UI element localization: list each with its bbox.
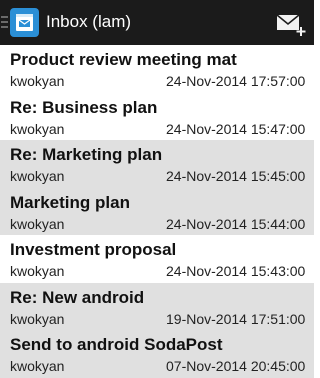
inbox-title: Inbox (lam) — [46, 12, 132, 31]
message-row[interactable]: Product review meeting mat kwokyan 24-Nov-… — [0, 45, 314, 93]
hamburger-icon[interactable] — [1, 16, 8, 28]
action-bar: Inbox (lam) — [0, 0, 314, 45]
message-row[interactable]: Re: Business plan kwokyan 24-Nov-2014 15:4… — [0, 92, 314, 140]
message-sender: kwokyan — [10, 73, 65, 89]
mail-app-icon[interactable] — [10, 8, 39, 37]
message-date: 24-Nov-2014 15:47:00 — [166, 120, 306, 137]
compose-mail-icon[interactable] — [268, 6, 312, 40]
message-date: 24-Nov-2014 15:45:00 — [166, 168, 306, 184]
message-date: 24-Nov-2014 15:43:00 — [166, 263, 306, 279]
message-date: 07-Nov-2014 20:45:00 — [166, 358, 306, 374]
message-row[interactable]: Re: Marketing plan kwokyan 24-Nov-2014 15:… — [0, 140, 314, 188]
message-sender: kwokyan — [10, 120, 65, 137]
message-list: Product review meeting mat kwokyan 24-Nov-… — [0, 45, 314, 378]
message-subject: Re: New android — [10, 287, 145, 307]
message-sender: kwokyan — [10, 358, 65, 374]
message-subject: Send to android SodaPost — [10, 335, 223, 354]
message-subject: Investment proposal — [10, 240, 177, 259]
message-date: 19-Nov-2014 17:51:00 — [166, 310, 306, 327]
message-sender: kwokyan — [10, 263, 65, 279]
message-date: 24-Nov-2014 17:57:00 — [166, 73, 306, 89]
message-subject: Re: Marketing plan — [10, 145, 163, 164]
message-subject: Re: Business plan — [10, 97, 158, 117]
message-subject: Product review meeting mat — [10, 50, 237, 69]
message-sender: kwokyan — [10, 215, 65, 232]
message-sender: kwokyan — [10, 310, 65, 327]
message-subject: Marketing plan — [10, 192, 130, 212]
message-row[interactable]: Send to android SodaPost kwokyan 07-Nov-20… — [0, 330, 314, 378]
message-row[interactable]: Investment proposal kwokyan 24-Nov-2014 15… — [0, 235, 314, 283]
message-row[interactable]: Re: New android kwokyan 19-Nov-2014 17:51:… — [0, 282, 314, 330]
message-sender: kwokyan — [10, 168, 65, 184]
message-row[interactable]: Marketing plan kwokyan 24-Nov-2014 15:44:0… — [0, 187, 314, 235]
message-date: 24-Nov-2014 15:44:00 — [166, 215, 306, 232]
